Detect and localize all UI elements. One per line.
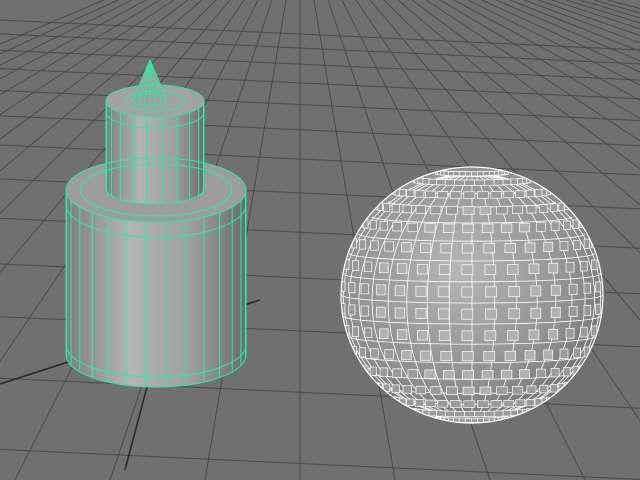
3d-viewport[interactable] xyxy=(0,0,640,480)
viewport-canvas[interactable] xyxy=(0,0,640,480)
stacked-cylinder-object[interactable] xyxy=(65,59,247,388)
extruded-sphere-object[interactable] xyxy=(336,166,607,424)
